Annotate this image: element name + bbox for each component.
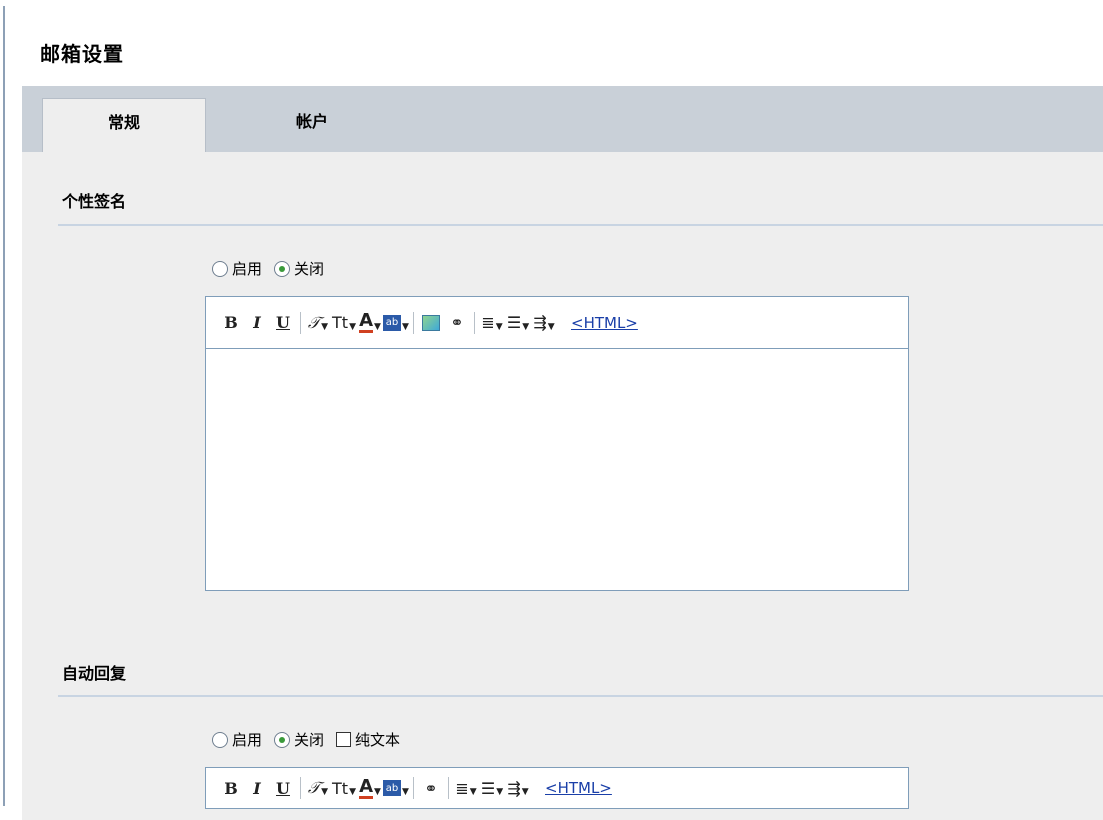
dropdown-caret-icon: ▼ [321,321,329,332]
align-button[interactable]: ≣ ▼ [453,775,479,801]
indent-button[interactable]: ⇶ ▼ [505,775,531,801]
radio-button-selected[interactable] [274,260,291,277]
indent-icon: ⇶ [533,313,547,332]
align-left-icon: ≣ [455,778,469,798]
toolbar-separator [413,777,414,799]
section-divider [58,695,1103,697]
radio-button[interactable] [212,731,228,748]
plaintext-option[interactable]: 纯文本 [336,729,400,750]
signature-enable-option[interactable]: 启用 [212,258,262,279]
signature-editor: B I U 𝒯 ▼ Tt ▼ A ▼ ab ▼ ⚭ ≣ ▼ ☰ ▼ ⇶ ▼ <HTML> [205,296,909,591]
underline-button[interactable]: U [270,775,296,801]
signature-disable-label: 关闭 [294,260,325,278]
tab-general[interactable]: 常规 [42,98,206,152]
dropdown-caret-icon: ▼ [547,321,555,332]
dropdown-caret-icon: ▼ [522,321,530,332]
toolbar-separator [300,777,301,799]
dropdown-caret-icon: ▼ [402,787,409,797]
auto-reply-editor: B I U 𝒯 ▼ Tt ▼ A ▼ ab ▼ ⚭ ≣ ▼ ☰ ▼ ⇶ ▼ <HTML> [205,767,909,809]
font-family-button[interactable]: 𝒯 ▼ [305,310,331,336]
signature-disable-option[interactable]: 关闭 [274,258,324,279]
plaintext-checkbox[interactable] [336,732,352,747]
toolbar-separator [448,777,449,799]
font-color-icon: A [359,775,373,799]
font-size-button[interactable]: Tt ▼ [331,310,357,336]
font-family-icon: 𝒯 [307,312,321,332]
signature-textarea[interactable] [206,349,908,590]
auto-reply-toolbar: B I U 𝒯 ▼ Tt ▼ A ▼ ab ▼ ⚭ ≣ ▼ ☰ ▼ ⇶ ▼ <HTML> [206,768,908,808]
html-mode-link[interactable]: <HTML> [545,779,612,797]
toolbar-separator [300,311,301,334]
font-color-icon: A [359,310,373,333]
auto-reply-enable-label: 启用 [232,731,263,749]
dropdown-caret-icon: ▼ [349,787,356,797]
link-icon: ⚭ [424,778,438,798]
signature-options: 启用 关闭 [212,258,336,279]
font-family-icon: 𝒯 [307,778,321,797]
auto-reply-options: 启用 关闭 纯文本 [212,729,412,750]
highlight-icon: ab [383,314,402,331]
align-left-icon: ≣ [481,313,495,332]
image-icon [422,314,440,331]
dropdown-caret-icon: ▼ [349,321,356,332]
bold-button[interactable]: B [218,310,244,336]
auto-reply-disable-option[interactable]: 关闭 [274,729,324,750]
indent-button[interactable]: ⇶ ▼ [531,310,557,336]
highlight-icon: ab [383,780,402,796]
dropdown-caret-icon: ▼ [521,787,529,797]
list-button[interactable]: ☰ ▼ [505,310,531,336]
signature-enable-label: 启用 [232,260,263,278]
toolbar-separator [413,311,414,334]
bold-button[interactable]: B [218,775,244,801]
page-title: 邮箱设置 [40,42,124,66]
auto-reply-enable-option[interactable]: 启用 [212,729,262,750]
indent-icon: ⇶ [507,778,521,798]
insert-link-button[interactable]: ⚭ [418,775,444,801]
html-mode-link[interactable]: <HTML> [571,314,638,332]
signature-section-title: 个性签名 [62,192,127,211]
font-size-icon: Tt [332,778,349,798]
radio-button-selected[interactable] [274,731,291,748]
dropdown-caret-icon: ▼ [469,787,477,797]
highlight-button[interactable]: ab ▼ [383,775,409,801]
link-icon: ⚭ [450,313,464,332]
dropdown-caret-icon: ▼ [374,787,381,797]
dropdown-caret-icon: ▼ [495,321,503,332]
plaintext-label: 纯文本 [355,731,401,749]
underline-button[interactable]: U [270,310,296,336]
italic-button[interactable]: I [244,310,270,336]
left-border [3,6,5,806]
font-size-icon: Tt [332,313,349,332]
auto-reply-section-title: 自动回复 [62,664,127,683]
insert-image-button[interactable] [418,310,444,336]
settings-window: 邮箱设置 常规 帐户 个性签名 启用 关闭 B I U 𝒯 ▼ Tt ▼ A ▼… [0,0,1103,820]
signature-toolbar: B I U 𝒯 ▼ Tt ▼ A ▼ ab ▼ ⚭ ≣ ▼ ☰ ▼ ⇶ ▼ <HTML> [206,297,908,349]
font-color-button[interactable]: A ▼ [357,775,383,801]
align-button[interactable]: ≣ ▼ [479,310,505,336]
font-size-button[interactable]: Tt ▼ [331,775,357,801]
dropdown-caret-icon: ▼ [374,321,381,332]
toolbar-separator [474,311,475,334]
radio-button[interactable] [212,260,228,277]
tab-bar: 常规 帐户 [22,86,1103,152]
insert-link-button[interactable]: ⚭ [444,310,470,336]
highlight-button[interactable]: ab ▼ [383,310,409,336]
font-color-button[interactable]: A ▼ [357,310,383,336]
settings-panel: 个性签名 启用 关闭 B I U 𝒯 ▼ Tt ▼ A ▼ ab ▼ ⚭ ≣ ▼… [22,152,1103,820]
bullet-list-icon: ☰ [506,313,522,332]
dropdown-caret-icon: ▼ [321,787,329,797]
tab-account[interactable]: 帐户 [232,98,392,152]
auto-reply-disable-label: 关闭 [294,731,325,749]
italic-button[interactable]: I [244,775,270,801]
dropdown-caret-icon: ▼ [496,787,504,797]
bullet-list-icon: ☰ [480,778,496,798]
dropdown-caret-icon: ▼ [402,321,409,332]
section-divider [58,224,1103,226]
list-button[interactable]: ☰ ▼ [479,775,505,801]
font-family-button[interactable]: 𝒯 ▼ [305,775,331,801]
